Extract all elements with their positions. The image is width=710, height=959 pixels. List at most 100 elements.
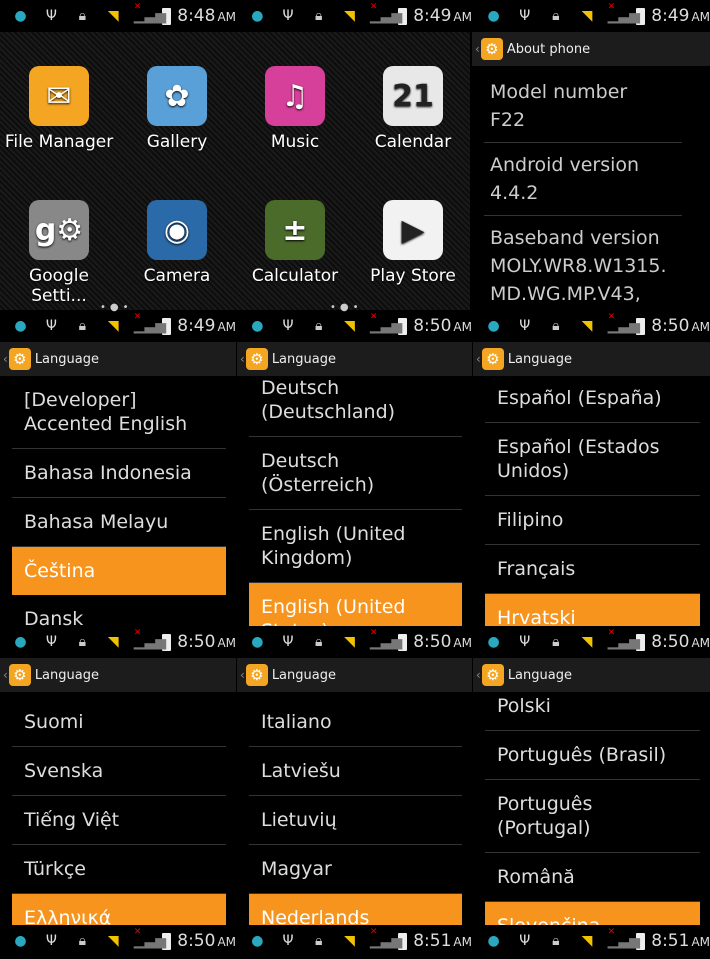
- status-ampm: AM: [217, 10, 237, 24]
- status-time: 8:49 AM: [413, 6, 472, 26]
- status-time: 8:51 AM: [413, 931, 472, 951]
- language-item[interactable]: Dansk: [12, 595, 226, 626]
- app-file-manager[interactable]: ✉ File Manager: [0, 66, 118, 152]
- back-icon[interactable]: ‹: [240, 352, 245, 366]
- back-icon[interactable]: ‹: [3, 352, 8, 366]
- lock-icon: 🔒︎: [315, 933, 323, 949]
- no-signal-icon: ✕: [607, 628, 616, 638]
- chat-notification-icon: ●: [251, 933, 264, 949]
- language-item[interactable]: Filipino: [485, 496, 700, 545]
- music-note-icon: ♫: [265, 66, 325, 126]
- language-item[interactable]: Suomi: [12, 698, 226, 747]
- row-label: Baseband version: [490, 227, 660, 249]
- wifi-icon: ◥: [581, 318, 593, 334]
- settings-gear-icon[interactable]: ⚙: [245, 664, 268, 686]
- back-icon[interactable]: ‹: [476, 668, 481, 682]
- language-item[interactable]: Português (Portugal): [485, 780, 700, 853]
- settings-gear-icon[interactable]: ⚙: [480, 38, 503, 60]
- about-row[interactable]: Model number F22: [484, 70, 682, 143]
- about-row[interactable]: Android version 4.4.2: [484, 143, 682, 216]
- language-item[interactable]: Español (Estados Unidos): [485, 423, 700, 496]
- language-item[interactable]: Français: [485, 545, 700, 594]
- app-calculator[interactable]: ± Calculator: [236, 200, 354, 286]
- language-item[interactable]: Deutsch (Deutschland): [249, 364, 462, 437]
- language-panel: ‹ ⚙ Language Polski Português (Brasil) Portug…: [473, 658, 710, 925]
- app-calendar[interactable]: 21 Calendar: [354, 66, 472, 152]
- signal-icon: ▁▃▅ ✕: [133, 628, 167, 650]
- lock-icon: 🔒︎: [552, 634, 560, 650]
- app-label: File Manager: [4, 132, 114, 152]
- language-item[interactable]: Română: [485, 853, 700, 902]
- language-item[interactable]: English (United Kingdom): [249, 510, 462, 583]
- status-bar: ● Ψ 🔒︎ ◥ ▁▃▅ ✕ 8:49 AM: [473, 0, 710, 32]
- language-item[interactable]: English (United States): [249, 583, 462, 626]
- google-settings-icon: g⚙: [29, 200, 89, 260]
- wifi-icon: ◥: [107, 933, 119, 949]
- signal-icon: ▁▃▅ ✕: [133, 2, 167, 24]
- usb-icon: Ψ: [519, 318, 531, 334]
- wifi-icon: ◥: [344, 318, 355, 334]
- usb-icon: Ψ: [282, 8, 294, 24]
- sunflower-icon: ✿: [147, 66, 207, 126]
- status-bar: ● Ψ 🔒︎ ◥ ▁▃▅ ✕ 8:50 AM: [237, 310, 472, 342]
- language-item[interactable]: Deutsch (Österreich): [249, 437, 462, 510]
- chat-notification-icon: ●: [487, 8, 500, 24]
- row-label: Android version: [490, 154, 640, 176]
- page-title: About phone: [506, 41, 591, 57]
- language-item[interactable]: Latviešu: [249, 747, 462, 796]
- lock-icon: 🔒︎: [315, 634, 323, 650]
- status-bar: ● Ψ 🔒︎ ◥ ▁▃▅ ✕ 8:48 AM: [0, 0, 236, 32]
- language-item[interactable]: Italiano: [249, 698, 462, 747]
- settings-gear-icon[interactable]: ⚙: [481, 348, 504, 370]
- back-icon[interactable]: ‹: [476, 352, 481, 366]
- status-ampm: AM: [691, 935, 710, 949]
- language-item[interactable]: Svenska: [12, 747, 226, 796]
- chat-notification-icon: ●: [251, 634, 264, 650]
- language-item[interactable]: Español (España): [485, 374, 700, 423]
- back-icon[interactable]: ‹: [3, 668, 8, 682]
- app-gallery[interactable]: ✿ Gallery: [118, 66, 236, 152]
- calculator-icon: ±: [265, 200, 325, 260]
- about-row[interactable]: Baseband version MOLY.WR8.W1315. MD.WG.MP…: [484, 216, 682, 310]
- language-item[interactable]: Português (Brasil): [485, 731, 700, 780]
- language-item[interactable]: Magyar: [249, 845, 462, 894]
- back-icon[interactable]: ‹: [475, 42, 480, 56]
- calendar-icon: 21: [383, 66, 443, 126]
- status-bar: ● Ψ 🔒︎ ◥ ▁▃▅ ✕ 8:50 AM: [0, 925, 236, 957]
- status-bar: ● Ψ 🔒︎ ◥ ▁▃▅ ✕ 8:50 AM: [237, 626, 472, 658]
- status-ampm: AM: [217, 636, 237, 650]
- wifi-icon: ◥: [344, 8, 355, 24]
- app-label: Calendar: [374, 132, 452, 152]
- language-item[interactable]: Türkçe: [12, 845, 226, 894]
- chat-notification-icon: ●: [14, 634, 27, 650]
- chat-notification-icon: ●: [251, 8, 264, 24]
- language-item[interactable]: Bahasa Melayu: [12, 498, 226, 547]
- language-item[interactable]: Bahasa Indonesia: [12, 449, 226, 498]
- language-item[interactable]: Slovenčina: [485, 902, 700, 925]
- wifi-icon: ◥: [581, 634, 593, 650]
- signal-icon: ▁▃▅ ✕: [369, 628, 403, 650]
- language-item[interactable]: Polski: [485, 682, 700, 731]
- app-music[interactable]: ♫ Music: [236, 66, 354, 152]
- lock-icon: 🔒︎: [552, 933, 560, 949]
- language-item[interactable]: Čeština: [12, 547, 226, 595]
- no-signal-icon: ✕: [369, 628, 378, 638]
- settings-gear-icon[interactable]: ⚙: [8, 664, 31, 686]
- language-item[interactable]: Ελληνικά: [12, 894, 226, 925]
- language-item[interactable]: Tiếng Việt: [12, 796, 226, 845]
- settings-gear-icon[interactable]: ⚙: [8, 348, 31, 370]
- page-title: Language: [34, 667, 99, 683]
- language-panel: ‹ ⚙ Language Italiano Latviešu Lietuvių Magyar…: [237, 658, 472, 925]
- usb-icon: Ψ: [45, 933, 57, 949]
- language-item[interactable]: [Developer] Accented English: [12, 376, 226, 449]
- app-google-setti-[interactable]: g⚙ Google Setti...: [0, 200, 118, 306]
- app-play-store[interactable]: ▶ Play Store: [354, 200, 472, 286]
- language-item[interactable]: Hrvatski: [485, 594, 700, 626]
- language-list: Italiano Latviešu Lietuvių Magyar Nederlands: [249, 698, 462, 925]
- language-item[interactable]: Lietuvių: [249, 796, 462, 845]
- usb-icon: Ψ: [282, 318, 294, 334]
- app-camera[interactable]: ◉ Camera: [118, 200, 236, 286]
- title-bar: ‹ ⚙ Language: [0, 342, 236, 376]
- back-icon[interactable]: ‹: [240, 668, 245, 682]
- language-item[interactable]: Nederlands: [249, 894, 462, 925]
